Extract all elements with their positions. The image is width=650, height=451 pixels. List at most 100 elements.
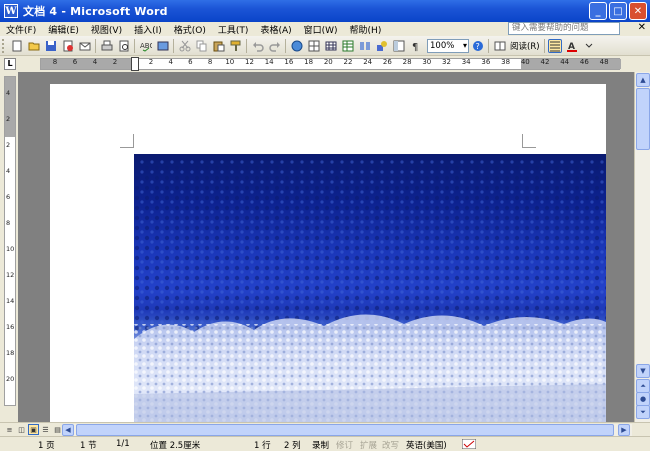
horizontal-scrollbar[interactable]: ◀ ▶ [62,424,632,436]
inserted-photo[interactable] [134,154,606,422]
ruler-number: 40 [520,58,530,66]
menu-edit[interactable]: 编辑(E) [42,23,85,36]
status-page: 1 页 [38,441,55,451]
scroll-left-button[interactable]: ◀ [62,424,74,436]
ruler-number: 16 [284,58,294,66]
window-title: 文档 4 - Microsoft Word [23,5,168,18]
indent-marker[interactable] [131,57,139,71]
vruler-number: 14 [6,297,15,305]
research-icon[interactable] [156,39,170,53]
menu-view[interactable]: 视图(V) [85,23,128,36]
document-close-icon[interactable]: ✕ [638,22,646,33]
columns-icon[interactable] [358,39,372,53]
document-page[interactable] [50,84,606,422]
tables-borders-icon[interactable] [307,39,321,53]
read-button[interactable]: 阅读(R) [508,40,542,52]
spelling-status-icon[interactable] [461,438,477,451]
ruler-number: 42 [540,58,550,66]
toolbar-separator [488,38,489,53]
menu-tools[interactable]: 工具(T) [212,23,255,36]
menu-table[interactable]: 表格(A) [254,23,297,36]
vruler-number: 4 [6,167,11,175]
format-painter-icon[interactable] [229,39,243,53]
save-icon[interactable] [44,39,58,53]
print-layout-view-icon[interactable]: ▣ [28,424,39,435]
toolbar-options-icon[interactable] [582,39,596,53]
help-icon[interactable]: ? [471,39,485,53]
ruler-number: 44 [560,58,570,66]
toolbar-separator [246,38,247,53]
email-icon[interactable] [78,39,92,53]
vertical-ruler[interactable]: 4 2 2 4 6 8 10 12 14 16 18 20 [4,76,16,406]
paste-icon[interactable] [212,39,226,53]
ruler-number: 18 [304,58,314,66]
spelling-icon[interactable]: ABC [139,39,153,53]
status-extend[interactable]: 扩展 [360,439,377,451]
insert-excel-icon[interactable] [341,39,355,53]
vruler-number: 16 [6,323,15,331]
hyperlink-icon[interactable] [290,39,304,53]
maximize-button[interactable]: □ [609,2,627,20]
redo-icon[interactable] [268,39,282,53]
standard-toolbar: ABC ¶ 100% ? 阅读(R) A [0,36,650,56]
insert-table-icon[interactable] [324,39,338,53]
document-map-icon[interactable] [392,39,406,53]
permission-icon[interactable] [61,39,75,53]
open-folder-icon[interactable] [27,39,41,53]
cut-icon[interactable] [178,39,192,53]
print-preview-icon[interactable] [117,39,131,53]
vruler-top-margin [5,77,15,137]
status-bar: 1 页 1 节 1/1 位置 2.5厘米 1 行 2 列 录制 修订 扩展 改写… [0,436,650,451]
tab-selector[interactable]: L [4,58,16,70]
minimize-button[interactable]: _ [589,2,607,20]
status-record[interactable]: 录制 [312,439,329,451]
outline-view-icon[interactable]: ☰ [40,424,51,435]
font-color-icon[interactable]: A [565,39,579,53]
menu-window[interactable]: 窗口(W) [298,23,344,36]
ruler-number: 34 [461,58,471,66]
scroll-down-button[interactable]: ▼ [636,364,650,378]
next-page-button[interactable]: ⏷ [636,405,650,419]
menu-help[interactable]: 帮助(H) [344,23,388,36]
ruler-number: 46 [579,58,589,66]
menu-format[interactable]: 格式(O) [168,23,212,36]
menu-bar: 文件(F) 编辑(E) 视图(V) 插入(I) 格式(O) 工具(T) 表格(A… [0,22,650,36]
show-hide-icon[interactable]: ¶ [409,39,423,53]
document-workspace[interactable] [18,72,634,422]
menu-file[interactable]: 文件(F) [0,23,42,36]
svg-text:?: ? [475,42,479,51]
vertical-scroll-thumb[interactable] [636,88,650,150]
scroll-up-button[interactable]: ▲ [636,73,650,87]
status-position: 位置 2.5厘米 [150,441,201,451]
help-search-input[interactable]: 键入需要帮助的问题 [508,22,620,35]
ruler-number: 32 [442,58,451,66]
select-browse-object-button[interactable]: ● [636,392,650,406]
horizontal-scroll-thumb[interactable] [76,424,614,436]
status-line: 1 行 [254,441,271,451]
normal-view-icon[interactable]: ≡ [4,424,15,435]
drawing-icon[interactable] [375,39,389,53]
toolbar-grip[interactable] [2,38,6,53]
vruler-number: 8 [6,219,11,227]
align-justify-icon[interactable] [548,38,563,53]
snowy-forest-image [134,154,606,422]
menu-insert[interactable]: 插入(I) [128,23,168,36]
status-track-changes[interactable]: 修订 [336,439,353,451]
copy-icon[interactable] [195,39,209,53]
status-overtype[interactable]: 改写 [382,439,399,451]
read-icon[interactable] [493,39,507,53]
print-icon[interactable] [100,39,114,53]
undo-icon[interactable] [251,39,265,53]
web-layout-view-icon[interactable]: ◫ [16,424,27,435]
ruler-number: 10 [225,58,235,66]
word-app-icon[interactable]: W [4,4,18,18]
zoom-dropdown[interactable]: 100% [427,38,469,53]
close-button[interactable]: ✕ [629,2,647,20]
vertical-scrollbar[interactable]: ▲ ▼ ⏶ ● ⏷ [634,72,650,422]
ruler-number: 8 [52,58,58,66]
scroll-right-button[interactable]: ▶ [618,424,630,436]
previous-page-button[interactable]: ⏶ [636,379,650,393]
new-document-icon[interactable] [10,39,24,53]
horizontal-ruler[interactable]: 8 6 4 2 2 4 6 8 10 12 14 16 18 20 22 24 26 28 30 32 34 36 38 40… [40,57,621,71]
toolbar-separator [95,38,96,53]
